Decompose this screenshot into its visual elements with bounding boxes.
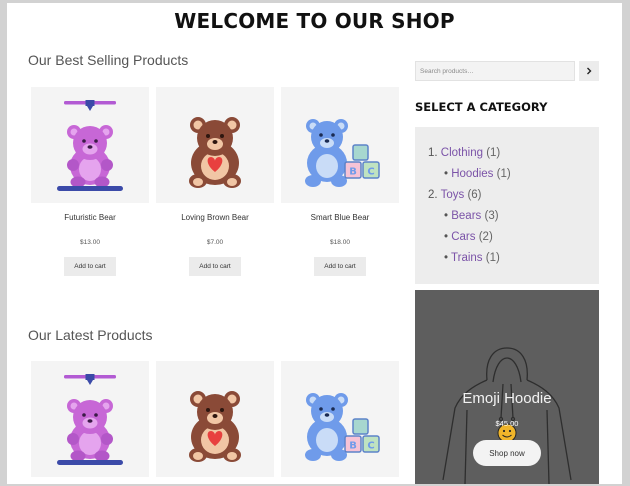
category-item-cars: • Cars (2) — [444, 231, 493, 243]
category-link-toys[interactable]: Toys — [441, 189, 465, 201]
product-card-smart-blue-bear: Smart Blue Bear $18.00 Add to cart — [281, 87, 399, 276]
product-image[interactable] — [156, 361, 274, 477]
promo-price: $45.00 — [495, 419, 519, 428]
category-item-clothing: 1. Clothing (1) — [428, 147, 500, 159]
product-image[interactable] — [281, 361, 399, 477]
list-number: 1. — [428, 147, 438, 159]
product-price: $7.00 — [206, 239, 224, 246]
latest-product-card — [31, 361, 149, 477]
category-count: (1) — [486, 147, 501, 159]
product-name[interactable]: Smart Blue Bear — [281, 213, 399, 222]
product-image-smart-blue-bear[interactable] — [281, 87, 399, 203]
chevron-right-icon — [587, 67, 592, 75]
site-title: WELCOME TO OUR SHOP — [174, 9, 455, 33]
shop-page: WELCOME TO OUR SHOP Our Best Selling Pro… — [7, 3, 622, 484]
product-name[interactable]: Loving Brown Bear — [156, 213, 274, 222]
add-to-cart-button[interactable]: Add to cart — [64, 257, 116, 276]
category-count: (1) — [496, 168, 511, 180]
product-card-loving-brown-bear: Loving Brown Bear $7.00 Add to cart — [156, 87, 274, 276]
best-selling-heading: Our Best Selling Products — [28, 52, 189, 68]
category-link-hoodies[interactable]: Hoodies — [451, 168, 493, 180]
product-image-futuristic-bear[interactable] — [31, 87, 149, 203]
promo-banner: Emoji Hoodie $45.00 Shop now — [415, 290, 599, 484]
bullet-icon: • — [444, 231, 449, 243]
search-button[interactable] — [579, 61, 599, 81]
product-name[interactable]: Futuristic Bear — [31, 213, 149, 222]
category-item-toys: 2. Toys (6) — [428, 189, 482, 201]
product-card-futuristic-bear: Futuristic Bear $13.00 Add to cart — [31, 87, 149, 276]
bullet-icon: • — [444, 252, 449, 264]
product-image-loving-brown-bear[interactable] — [156, 87, 274, 203]
shop-now-button[interactable]: Shop now — [473, 440, 541, 466]
bullet-icon: • — [444, 168, 449, 180]
category-count: (2) — [478, 231, 493, 243]
category-link-trains[interactable]: Trains — [451, 252, 483, 264]
promo-title: Emoji Hoodie — [462, 390, 552, 407]
category-item-hoodies: • Hoodies (1) — [444, 168, 511, 180]
category-link-clothing[interactable]: Clothing — [441, 147, 483, 159]
product-price: $18.00 — [330, 239, 350, 246]
category-count: (1) — [485, 252, 500, 264]
purple-bear-image — [57, 100, 123, 191]
brown-bear-image — [189, 117, 241, 188]
latest-product-card — [281, 361, 399, 477]
purple-bear-image — [57, 374, 123, 465]
add-to-cart-button[interactable]: Add to cart — [189, 257, 241, 276]
bullet-icon: • — [444, 210, 449, 222]
brown-bear-image — [189, 391, 241, 462]
latest-product-card — [156, 361, 274, 477]
blue-bear-image — [304, 118, 380, 188]
list-number: 2. — [428, 189, 438, 201]
latest-products-heading: Our Latest Products — [28, 327, 153, 343]
product-price: $13.00 — [80, 239, 100, 246]
category-link-cars[interactable]: Cars — [451, 231, 475, 243]
category-count: (3) — [484, 210, 499, 222]
category-count: (6) — [467, 189, 482, 201]
category-list: 1. Clothing (1) • Hoodies (1) 2. Toys (6… — [415, 127, 599, 284]
category-item-trains: • Trains (1) — [444, 252, 500, 264]
add-to-cart-button[interactable]: Add to cart — [314, 257, 366, 276]
category-link-bears[interactable]: Bears — [451, 210, 481, 222]
search-input[interactable] — [415, 61, 575, 81]
product-image[interactable] — [31, 361, 149, 477]
blue-bear-image — [304, 392, 380, 462]
category-heading: SELECT A CATEGORY — [415, 100, 548, 114]
category-item-bears: • Bears (3) — [444, 210, 499, 222]
